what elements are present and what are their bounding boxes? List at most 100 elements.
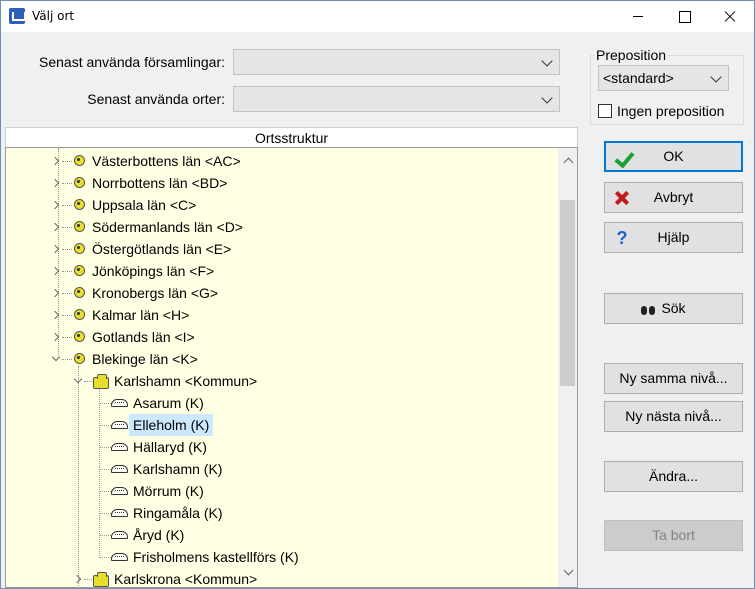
tree-header: Ortsstruktur: [5, 127, 578, 148]
help-icon: ?: [616, 228, 628, 248]
cross-icon: [613, 189, 631, 207]
tree-guide-line: [99, 388, 100, 558]
tree-guide-line: [62, 293, 72, 294]
county-icon: [74, 287, 85, 298]
help-button-label: Hjälp: [657, 229, 690, 245]
checkmark-icon: [614, 149, 632, 167]
place-icon: [111, 553, 128, 561]
tree-guide-line: [84, 579, 92, 580]
tree-guide-line: [62, 183, 72, 184]
tree-node-label: Åryd (K): [133, 527, 185, 543]
cancel-button[interactable]: Avbryt: [604, 182, 743, 213]
place-icon: [111, 443, 128, 451]
county-icon: [74, 353, 85, 364]
place-icon: [111, 399, 128, 407]
scroll-thumb[interactable]: [560, 200, 575, 386]
preposition-combo[interactable]: <standard>: [598, 65, 729, 91]
tree-guide-line: [99, 491, 111, 492]
no-preposition-checkbox[interactable]: [598, 104, 612, 118]
place-icon: [111, 531, 128, 539]
tree-guide-line: [78, 366, 79, 587]
chevron-down-icon[interactable]: [73, 374, 83, 384]
edit-button[interactable]: Ändra...: [604, 461, 743, 492]
window-title: Välj ort: [32, 9, 75, 23]
tree-guide-line: [62, 205, 72, 206]
place-tree[interactable]: Västerbottens län <AC> Norrbottens län <…: [5, 147, 578, 588]
place-icon: [111, 465, 128, 473]
tree-guide-line: [62, 337, 72, 338]
tree-node-label: Karlskrona <Kommun>: [114, 571, 258, 587]
place-icon: [111, 421, 128, 429]
tree-guide-line: [62, 249, 72, 250]
tree-guide-line: [99, 557, 111, 558]
tree-node-label: Gotlands län <I>: [92, 329, 195, 345]
maximize-button[interactable]: [661, 1, 707, 32]
place-icon: [111, 487, 128, 495]
ok-button[interactable]: OK: [604, 141, 743, 172]
county-icon: [74, 265, 85, 276]
county-icon: [74, 243, 85, 254]
dialog-window: Välj ort Senast använda församlingar: Se…: [0, 0, 755, 589]
title-bar: Välj ort: [1, 1, 754, 32]
delete-button[interactable]: Ta bort: [604, 520, 743, 551]
tree-guide-line: [62, 359, 72, 360]
chevron-right-icon[interactable]: [72, 574, 82, 584]
search-button[interactable]: Sök: [604, 293, 743, 324]
scroll-down-arrow[interactable]: [563, 565, 574, 576]
county-icon: [74, 331, 85, 342]
no-preposition-label: Ingen preposition: [617, 103, 725, 119]
tree-node-label: Uppsala län <C>: [92, 197, 197, 213]
tree-node-label: Södermanlands län <D>: [92, 219, 243, 235]
chevron-down-icon: [710, 71, 722, 83]
minimize-button[interactable]: [615, 1, 661, 32]
recent-places-label: Senast använda orter:: [87, 91, 225, 107]
county-icon: [74, 177, 85, 188]
recent-places-combo[interactable]: [233, 86, 560, 112]
tree-node-label: Norrbottens län <BD>: [92, 175, 228, 191]
tree-guide-line: [62, 315, 72, 316]
scroll-up-arrow[interactable]: [563, 157, 574, 168]
tree-guide-line: [99, 513, 111, 514]
recent-parishes-label: Senast använda församlingar:: [39, 54, 225, 70]
help-button[interactable]: ? Hjälp: [604, 222, 743, 253]
recent-parishes-combo[interactable]: [233, 49, 560, 75]
tree-guide-line: [58, 148, 59, 358]
tree-node-label: Kronobergs län <G>: [92, 285, 219, 301]
tree-scrollbar[interactable]: [558, 148, 577, 587]
tree-node-label: Östergötlands län <E>: [92, 241, 232, 257]
tree-guide-line: [99, 425, 111, 426]
tree-node-label: Frisholmens kastellförs (K): [133, 549, 299, 565]
preposition-group-label: Preposition: [594, 47, 669, 63]
tree-node-label: Jönköpings län <F>: [92, 263, 215, 279]
new-next-level-button[interactable]: Ny nästa nivå...: [604, 401, 743, 432]
kommun-icon: [93, 374, 109, 389]
tree-guide-line: [99, 469, 111, 470]
county-icon: [74, 309, 85, 320]
new-same-level-label: Ny samma nivå...: [619, 370, 728, 386]
app-icon: [9, 8, 26, 24]
search-button-label: Sök: [661, 300, 686, 316]
county-icon: [74, 155, 85, 166]
new-same-level-button[interactable]: Ny samma nivå...: [604, 363, 743, 394]
tree-node-label: Elleholm (K): [129, 414, 214, 436]
county-icon: [74, 199, 85, 210]
tree-guide-line: [99, 403, 111, 404]
tree-node-label: Mörrum (K): [133, 483, 204, 499]
chevron-down-icon: [541, 92, 553, 104]
tree-node-label: Hällaryd (K): [133, 439, 207, 455]
kommun-icon: [93, 572, 109, 587]
binoculars-icon: [639, 300, 657, 318]
close-button[interactable]: [707, 1, 753, 32]
tree-node-label: Ringamåla (K): [133, 505, 223, 521]
tree-node-label: Karlshamn <Kommun>: [114, 373, 258, 389]
preposition-value: <standard>: [603, 70, 674, 86]
chevron-down-icon: [541, 55, 553, 67]
tree-node-label: Kalmar län <H>: [92, 307, 190, 323]
tree-guide-line: [62, 271, 72, 272]
county-icon: [74, 221, 85, 232]
new-next-level-label: Ny nästa nivå...: [625, 408, 722, 424]
delete-button-label: Ta bort: [652, 527, 695, 543]
tree-node-label: Blekinge län <K>: [92, 351, 198, 367]
edit-button-label: Ändra...: [648, 468, 699, 484]
tree-guide-line: [99, 447, 111, 448]
